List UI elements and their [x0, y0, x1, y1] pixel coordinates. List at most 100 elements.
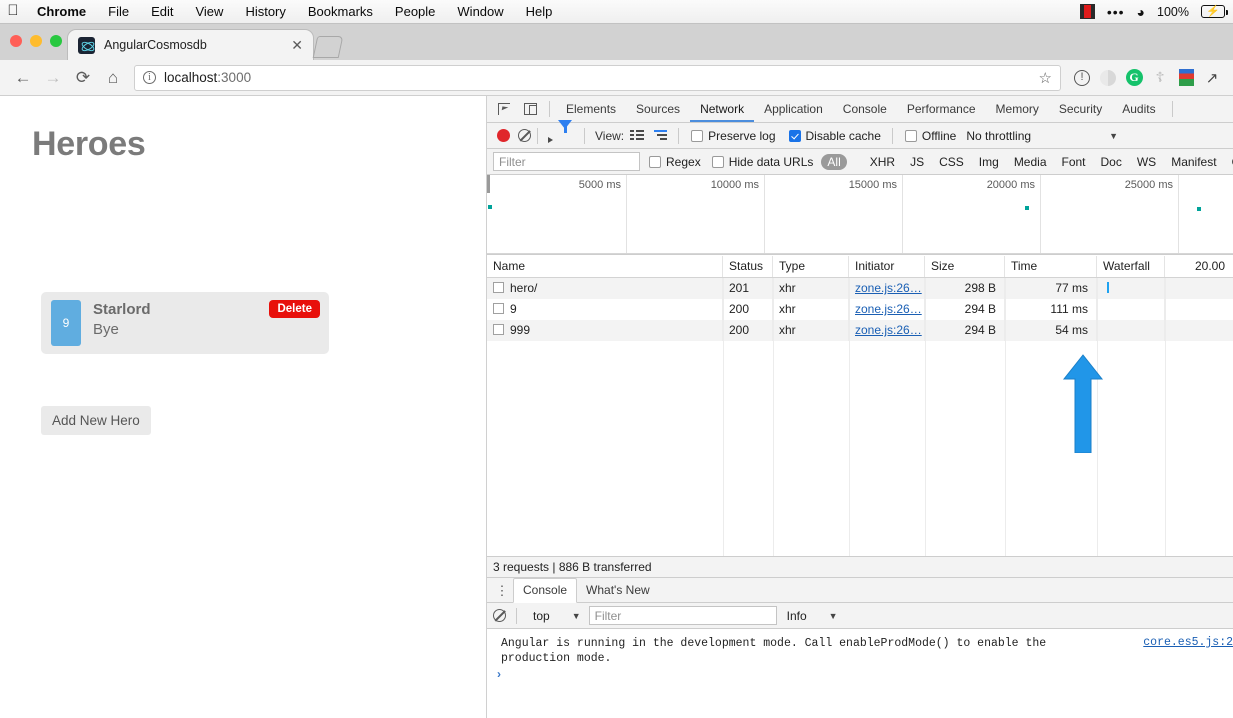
menu-item-edit[interactable]: Edit — [140, 0, 184, 24]
close-window-button[interactable] — [10, 35, 22, 47]
forward-arrow-icon[interactable]: → — [38, 64, 68, 92]
menu-item-chrome[interactable]: Chrome — [26, 0, 97, 24]
drawer-tab-console[interactable]: Console — [513, 578, 577, 603]
colorful-extension-icon[interactable] — [1173, 69, 1199, 86]
exclamation-circle-icon[interactable]: ! — [1069, 70, 1095, 86]
battery-charging-icon[interactable]: ⚡ — [1201, 5, 1225, 18]
wifi-icon[interactable]: ◕ — [1137, 4, 1145, 20]
device-toolbar-icon[interactable] — [517, 96, 543, 122]
tab-memory[interactable]: Memory — [986, 96, 1049, 122]
film-strip-icon[interactable] — [1080, 4, 1095, 19]
tab-security[interactable]: Security — [1049, 96, 1112, 122]
type-filter-img[interactable]: Img — [973, 154, 1005, 170]
clear-console-icon[interactable] — [493, 609, 506, 622]
more-options-icon[interactable]: ⋮ — [491, 584, 513, 597]
waterfall-view-icon[interactable] — [654, 130, 668, 141]
type-filter-font[interactable]: Font — [1056, 154, 1092, 170]
network-overview-timeline[interactable]: 5000 ms 10000 ms 15000 ms 20000 ms 25000… — [487, 175, 1233, 255]
delete-hero-button[interactable]: Delete — [269, 300, 320, 318]
close-icon[interactable]: ✕ — [291, 38, 303, 52]
record-button-icon[interactable] — [497, 129, 510, 142]
tab-audits[interactable]: Audits — [1112, 96, 1165, 122]
maximize-window-button[interactable] — [50, 35, 62, 47]
type-filter-other[interactable]: Other — [1226, 154, 1233, 170]
tab-sources[interactable]: Sources — [626, 96, 690, 122]
address-bar[interactable]: i localhost:3000 ☆ — [134, 65, 1061, 91]
type-filter-js[interactable]: JS — [904, 154, 930, 170]
column-header-waterfall[interactable]: Waterfall — [1097, 256, 1165, 277]
half-circle-icon[interactable] — [1095, 70, 1121, 86]
chevron-down-icon[interactable]: ▼ — [829, 611, 838, 621]
type-filter-css[interactable]: CSS — [933, 154, 970, 170]
hide-data-urls-checkbox[interactable] — [712, 156, 724, 168]
console-output[interactable]: Angular is running in the development mo… — [487, 629, 1233, 717]
table-row[interactable]: hero/ 201 xhr zone.js:26… 298 B 77 ms — [487, 278, 1233, 299]
drawer-tab-whats-new[interactable]: What's New — [577, 578, 659, 602]
column-header-initiator[interactable]: Initiator — [849, 256, 925, 277]
hide-data-urls-control[interactable]: Hide data URLs — [712, 155, 814, 169]
row-checkbox[interactable] — [493, 282, 504, 293]
tab-elements[interactable]: Elements — [556, 96, 626, 122]
console-context-select[interactable]: top ▼ — [533, 609, 581, 623]
tab-network[interactable]: Network — [690, 96, 754, 122]
filter-input[interactable] — [493, 152, 640, 171]
column-header-status[interactable]: Status — [723, 256, 773, 277]
cut-off-extension-icon[interactable]: ↗ — [1199, 69, 1225, 87]
info-circle-icon[interactable]: i — [143, 71, 156, 84]
network-icon[interactable]: ☦ — [1147, 69, 1173, 86]
offline-control[interactable]: Offline — [905, 129, 956, 143]
menu-item-window[interactable]: Window — [446, 0, 514, 24]
overview-selection-handle[interactable] — [487, 175, 490, 193]
type-filter-xhr[interactable]: XHR — [864, 154, 901, 170]
console-filter-input[interactable] — [589, 606, 777, 625]
menu-item-people[interactable]: People — [384, 0, 446, 24]
preserve-log-control[interactable]: Preserve log — [691, 129, 775, 143]
grammarly-icon[interactable]: G — [1121, 69, 1147, 86]
table-row[interactable]: 999 200 xhr zone.js:26… 294 B 54 ms — [487, 320, 1233, 341]
type-filter-all[interactable]: All — [821, 154, 846, 170]
regex-checkbox[interactable] — [649, 156, 661, 168]
menu-item-history[interactable]: History — [234, 0, 296, 24]
type-filter-doc[interactable]: Doc — [1095, 154, 1128, 170]
hero-list-item[interactable]: 9 Starlord Bye Delete — [41, 292, 329, 354]
console-message-source[interactable]: core.es5.js:2 — [1143, 636, 1233, 649]
minimize-window-button[interactable] — [30, 35, 42, 47]
menu-item-view[interactable]: View — [184, 0, 234, 24]
offline-checkbox[interactable] — [905, 130, 917, 142]
tab-console[interactable]: Console — [833, 96, 897, 122]
home-icon[interactable]: ⌂ — [98, 64, 128, 92]
ellipsis-icon[interactable]: ••• — [1107, 7, 1125, 17]
tab-performance[interactable]: Performance — [897, 96, 986, 122]
preserve-log-checkbox[interactable] — [691, 130, 703, 142]
request-initiator[interactable]: zone.js:26… — [855, 281, 922, 295]
back-arrow-icon[interactable]: ← — [8, 64, 38, 92]
apple-icon[interactable]:  — [0, 3, 26, 20]
type-filter-media[interactable]: Media — [1008, 154, 1053, 170]
request-initiator[interactable]: zone.js:26… — [855, 323, 922, 337]
type-filter-ws[interactable]: WS — [1131, 154, 1162, 170]
add-new-hero-button[interactable]: Add New Hero — [41, 406, 151, 435]
console-level-select[interactable]: Info ▼ — [787, 609, 838, 623]
menu-item-bookmarks[interactable]: Bookmarks — [297, 0, 384, 24]
filter-funnel-icon[interactable] — [558, 129, 572, 143]
inspect-element-icon[interactable] — [491, 96, 517, 122]
disable-cache-checkbox[interactable] — [789, 130, 801, 142]
bookmark-star-icon[interactable]: ☆ — [1039, 69, 1052, 87]
column-header-time[interactable]: Time — [1005, 256, 1097, 277]
browser-tab[interactable]: AngularCosmosdb ✕ — [68, 30, 313, 60]
chevron-down-icon[interactable]: ▼ — [1109, 131, 1118, 141]
regex-control[interactable]: Regex — [649, 155, 701, 169]
disable-cache-control[interactable]: Disable cache — [789, 129, 881, 143]
chevron-down-icon[interactable]: ▼ — [572, 611, 581, 621]
row-checkbox[interactable] — [493, 303, 504, 314]
clear-icon[interactable] — [518, 129, 531, 142]
column-header-type[interactable]: Type — [773, 256, 849, 277]
type-filter-manifest[interactable]: Manifest — [1165, 154, 1222, 170]
tab-application[interactable]: Application — [754, 96, 833, 122]
console-prompt[interactable]: › — [497, 667, 501, 681]
reload-icon[interactable]: ⟳ — [68, 64, 98, 92]
throttling-select[interactable]: No throttling — [966, 129, 1031, 143]
list-view-icon[interactable] — [630, 130, 644, 141]
column-header-size[interactable]: Size — [925, 256, 1005, 277]
new-tab-icon[interactable] — [313, 36, 344, 58]
